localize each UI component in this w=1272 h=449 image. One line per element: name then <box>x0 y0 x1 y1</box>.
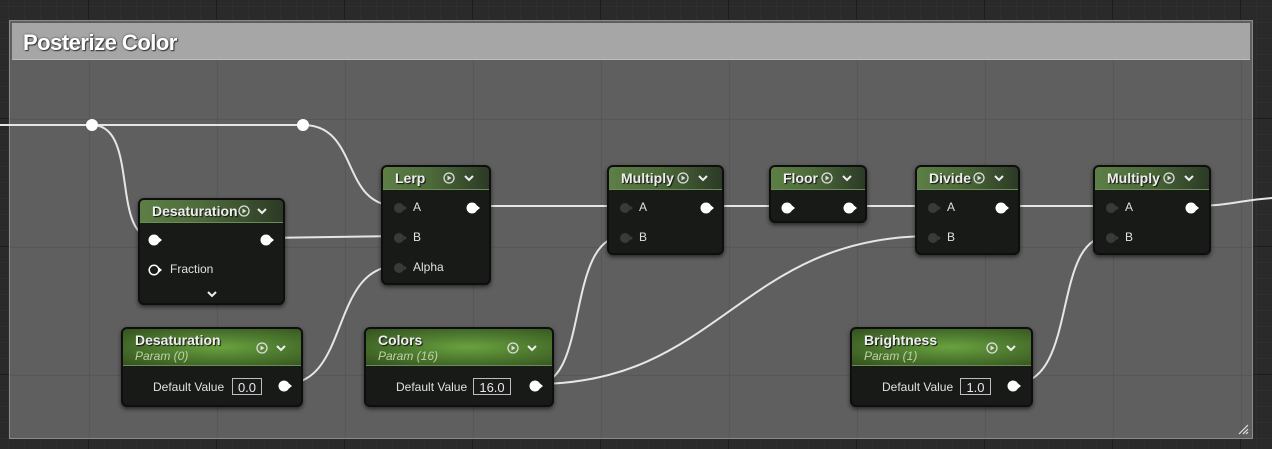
node-header: Divide <box>917 167 1018 190</box>
preview-toggle-icon[interactable] <box>1163 172 1175 184</box>
node-multiply-2[interactable]: Multiply A B <box>1093 165 1211 255</box>
pin-label-b: B <box>413 230 422 244</box>
collapse-chevron-icon[interactable] <box>1183 172 1195 184</box>
preview-toggle-icon[interactable] <box>238 205 250 217</box>
output-pin[interactable] <box>1185 202 1199 214</box>
output-pin[interactable] <box>995 202 1009 214</box>
node-header: Lerp <box>383 167 489 190</box>
node-desaturation[interactable]: Desaturation Fraction <box>138 198 285 305</box>
input-pin[interactable] <box>148 234 162 246</box>
collapse-chevron-icon[interactable] <box>275 342 287 354</box>
node-title: Multiply <box>621 170 674 186</box>
node-param-colors[interactable]: Colors Param (16) Default Value 16.0 <box>364 327 554 407</box>
input-pin-b[interactable] <box>619 232 633 244</box>
collapse-chevron-icon[interactable] <box>526 342 538 354</box>
collapse-chevron-icon[interactable] <box>993 172 1005 184</box>
pin-label-a: A <box>639 200 648 214</box>
default-value-label: Default Value <box>882 380 954 394</box>
preview-toggle-icon[interactable] <box>986 342 998 354</box>
default-value-input[interactable]: 0.0 <box>232 378 262 395</box>
node-multiply-1[interactable]: Multiply A B <box>607 165 724 255</box>
preview-toggle-icon[interactable] <box>677 172 689 184</box>
node-title: Desaturation <box>152 203 238 219</box>
pin-label-a: A <box>947 200 956 214</box>
node-title: Desaturation <box>135 332 221 348</box>
node-lerp[interactable]: Lerp A B Alpha <box>381 165 491 285</box>
preview-toggle-icon[interactable] <box>821 172 833 184</box>
node-subtitle: Param (0) <box>135 349 189 363</box>
input-pin-a[interactable] <box>1105 202 1119 214</box>
node-header: Desaturation Param (0) <box>123 329 301 366</box>
input-pin-a[interactable] <box>927 202 941 214</box>
pin-label-a: A <box>1125 200 1134 214</box>
collapse-chevron-icon[interactable] <box>463 172 475 184</box>
output-pin[interactable] <box>843 202 857 214</box>
default-value-input[interactable]: 16.0 <box>473 378 511 395</box>
graph-canvas[interactable]: Posterize Color Desaturation Fraction Le… <box>0 0 1272 449</box>
pin-label-b: B <box>1125 230 1134 244</box>
collapse-chevron-icon[interactable] <box>1005 342 1017 354</box>
pin-label-b: B <box>947 230 956 244</box>
output-pin[interactable] <box>466 202 480 214</box>
fraction-label: Fraction <box>170 262 214 276</box>
node-title: Lerp <box>395 170 426 186</box>
output-pin[interactable] <box>1007 380 1021 392</box>
pin-label-b: B <box>639 230 648 244</box>
node-title: Floor <box>783 170 818 186</box>
preview-toggle-icon[interactable] <box>443 172 455 184</box>
collapse-chevron-icon[interactable] <box>841 172 853 184</box>
output-pin[interactable] <box>529 380 543 392</box>
node-header: Brightness Param (1) <box>852 329 1031 366</box>
input-pin-a[interactable] <box>619 202 633 214</box>
output-pin[interactable] <box>700 202 714 214</box>
node-divide[interactable]: Divide A B <box>915 165 1020 255</box>
node-subtitle: Param (16) <box>378 349 439 363</box>
node-header: Multiply <box>609 167 722 190</box>
output-pin[interactable] <box>278 380 292 392</box>
preview-toggle-icon[interactable] <box>507 342 519 354</box>
node-header: Multiply <box>1095 167 1209 190</box>
default-value-label: Default Value <box>153 380 225 394</box>
node-param-desaturation[interactable]: Desaturation Param (0) Default Value 0.0 <box>121 327 303 407</box>
node-title: Multiply <box>1107 170 1160 186</box>
reroute-node-2 <box>297 119 309 131</box>
node-floor[interactable]: Floor <box>769 165 867 223</box>
collapse-chevron-icon[interactable] <box>697 172 709 184</box>
preview-toggle-icon[interactable] <box>973 172 985 184</box>
node-subtitle: Param (1) <box>864 349 918 363</box>
reroute-node-1 <box>86 119 98 131</box>
node-title: Divide <box>929 170 972 186</box>
default-value-input[interactable]: 1.0 <box>960 378 991 395</box>
pin-label-alpha: Alpha <box>413 260 444 274</box>
node-param-brightness[interactable]: Brightness Param (1) Default Value 1.0 <box>850 327 1033 407</box>
input-pin-alpha[interactable] <box>393 262 407 274</box>
preview-toggle-icon[interactable] <box>256 342 268 354</box>
node-header: Desaturation <box>140 200 283 223</box>
node-title: Colors <box>378 332 423 348</box>
input-pin-b[interactable] <box>1105 232 1119 244</box>
default-value-label: Default Value <box>396 380 468 394</box>
node-title: Brightness <box>864 332 938 348</box>
node-header: Colors Param (16) <box>366 329 552 366</box>
collapse-chevron-icon[interactable] <box>256 205 268 217</box>
input-pin-b[interactable] <box>927 232 941 244</box>
output-pin[interactable] <box>260 234 274 246</box>
pin-label-a: A <box>413 200 422 214</box>
fraction-pin[interactable] <box>148 264 162 276</box>
input-pin-a[interactable] <box>393 202 407 214</box>
node-header: Floor <box>771 167 865 190</box>
expand-arrow-icon[interactable] <box>206 288 218 300</box>
input-pin[interactable] <box>781 202 795 214</box>
input-pin-b[interactable] <box>393 232 407 244</box>
